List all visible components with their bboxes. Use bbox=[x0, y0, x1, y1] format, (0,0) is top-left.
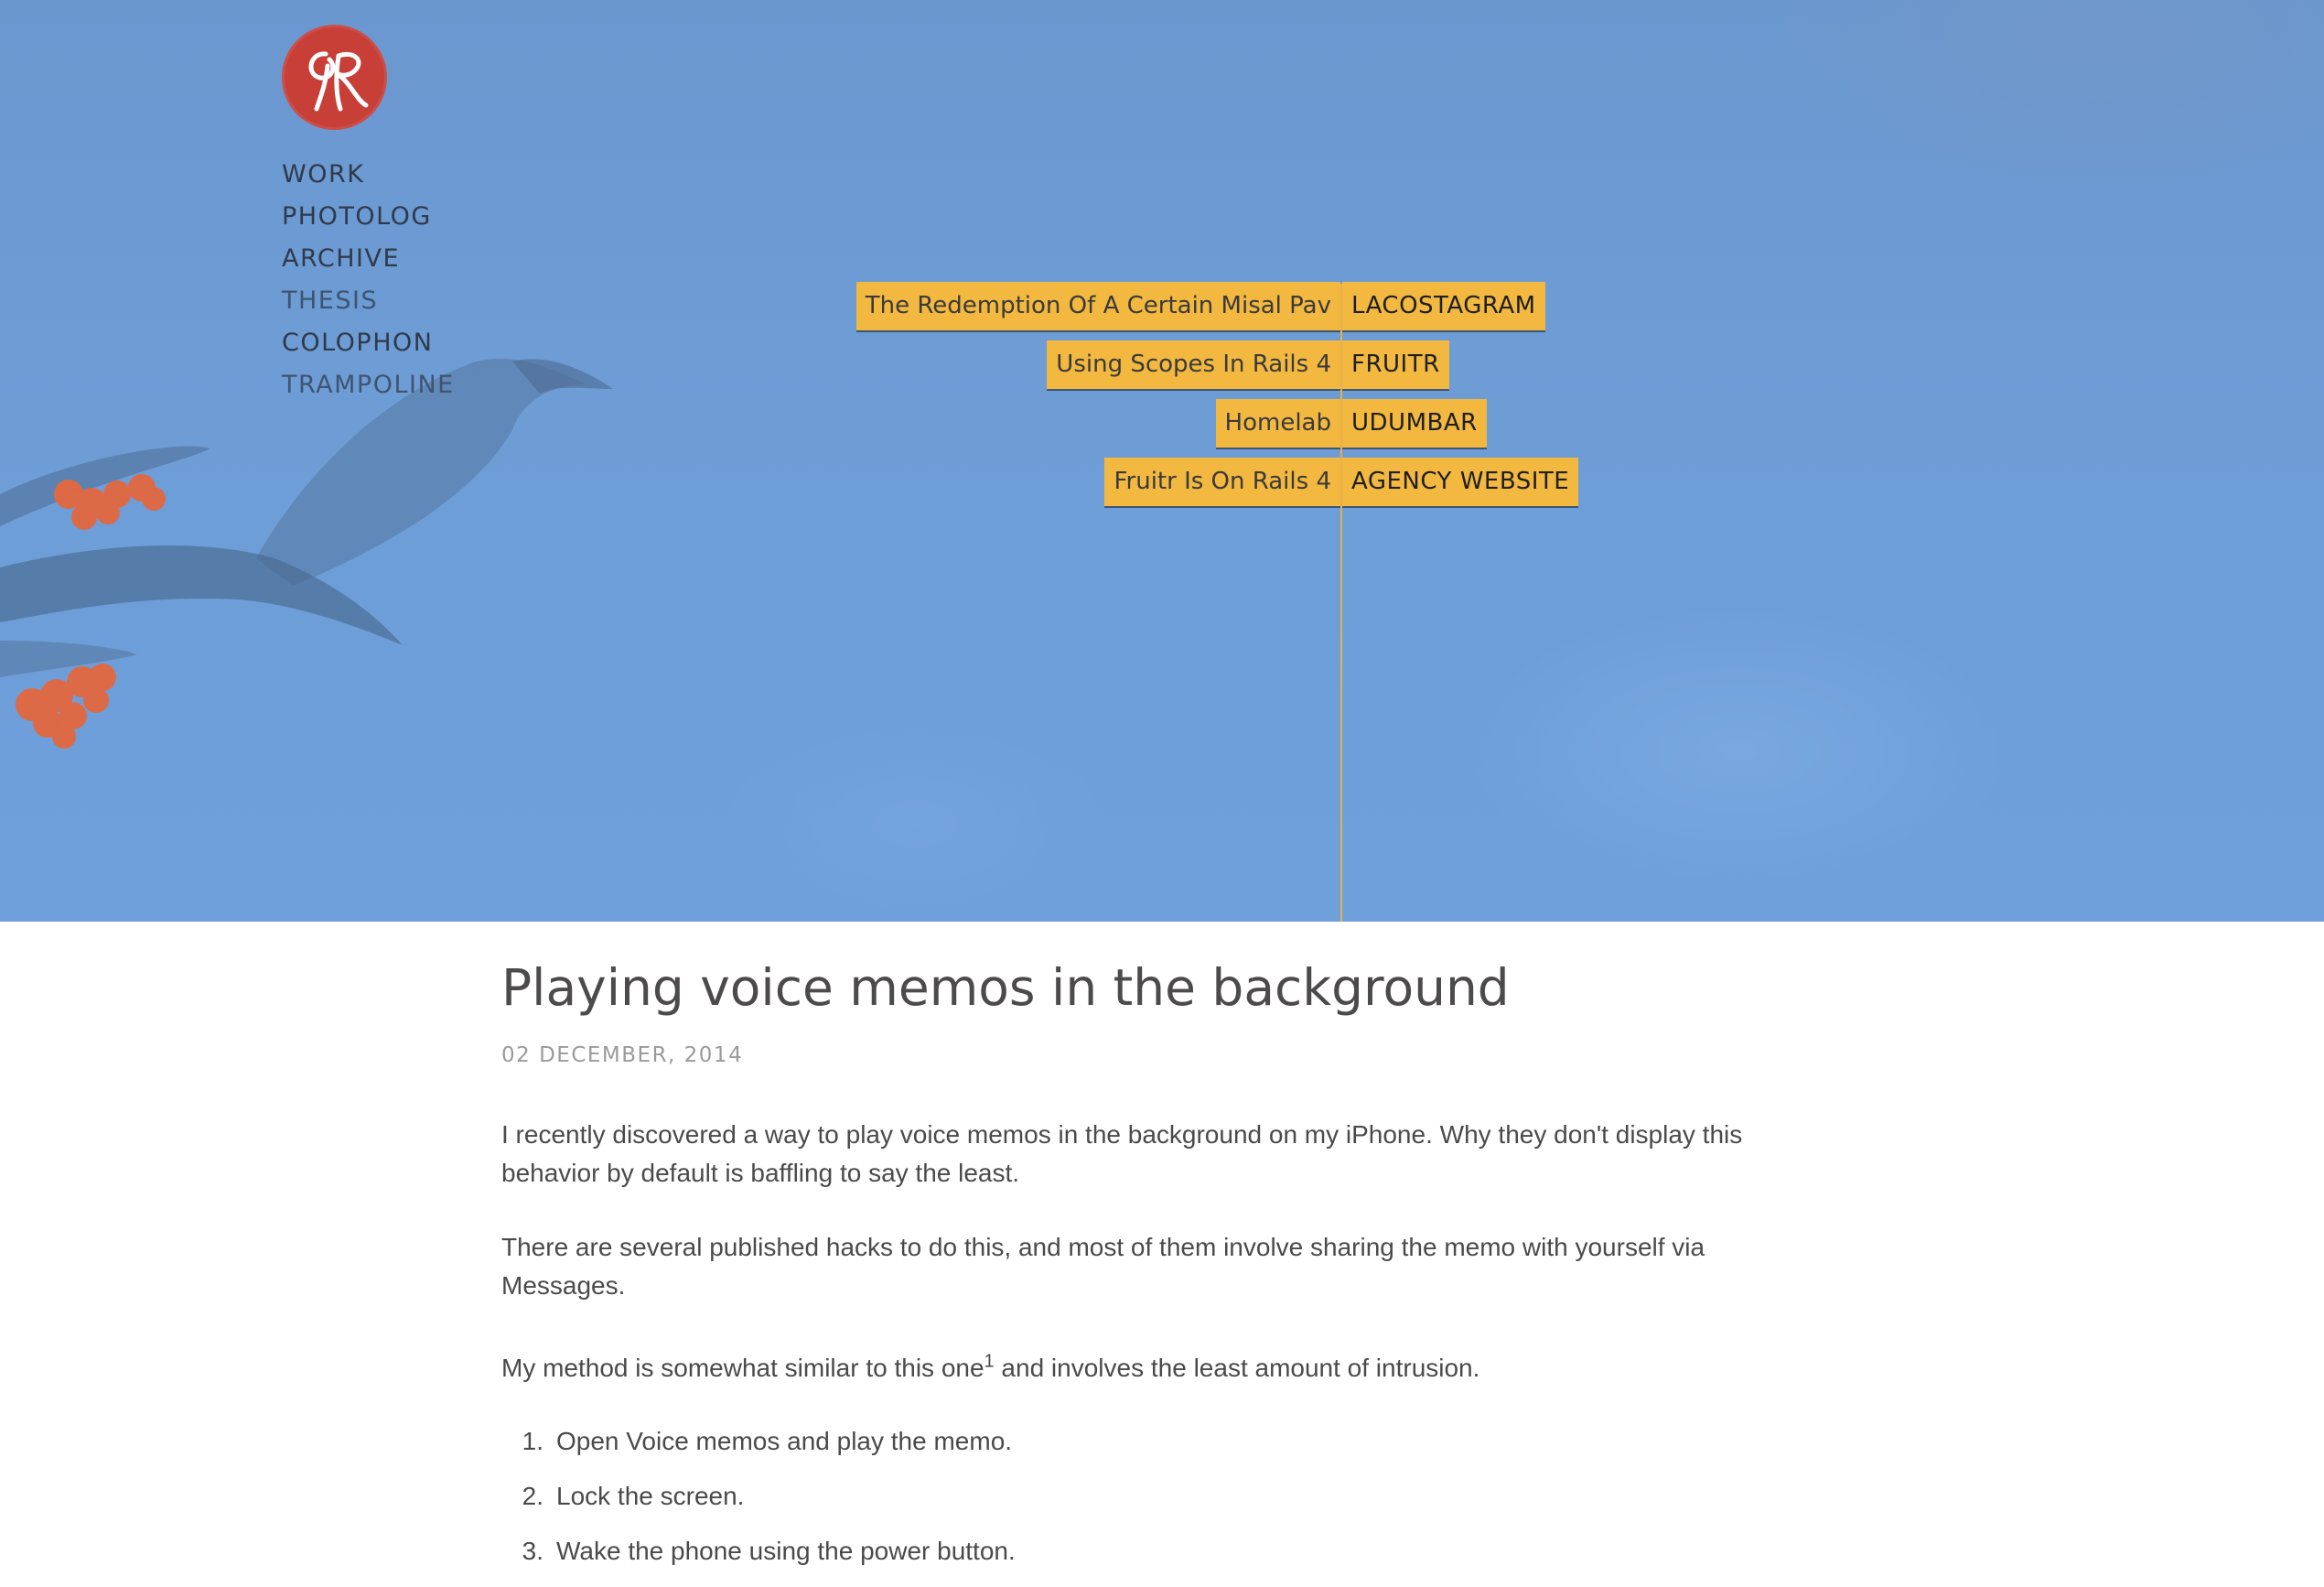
nav-item-photolog[interactable]: PHOTOLOG bbox=[282, 196, 455, 238]
list-item: 3. Wake the phone using the power button. bbox=[501, 1524, 1016, 1579]
timeline-project-link[interactable]: UDUMBAR bbox=[1342, 399, 1487, 448]
paragraph: I recently discovered a way to play voic… bbox=[501, 1120, 1743, 1187]
nav-item-colophon[interactable]: COLOPHON bbox=[282, 322, 455, 364]
timeline-post-link[interactable]: The Redemption Of A Certain Misal Pav bbox=[855, 282, 1340, 330]
main-nav: WORK PHOTOLOG ARCHIVE THESIS COLOPHON TR… bbox=[282, 154, 455, 406]
paragraph: My method is somewhat similar to this on… bbox=[501, 1349, 1782, 1387]
footnote-link[interactable]: 1 bbox=[984, 1352, 995, 1372]
list-number: 2. bbox=[522, 1482, 543, 1510]
steps-list: 1. Open Voice memos and play the memo. 2.… bbox=[501, 1414, 1016, 1579]
nav-item-archive[interactable]: ARCHIVE bbox=[282, 238, 455, 280]
list-item: 2. Lock the screen. bbox=[501, 1469, 1016, 1524]
paragraph: There are several published hacks to do … bbox=[501, 1233, 1705, 1300]
nav-item-trampoline[interactable]: TRAMPOLINE bbox=[282, 364, 455, 406]
list-number: 3. bbox=[522, 1537, 543, 1565]
post-title: Playing voice memos in the background bbox=[501, 958, 1510, 1017]
logo-icon[interactable] bbox=[282, 25, 387, 130]
post-date: 02 DECEMBER, 2014 bbox=[501, 1043, 744, 1067]
list-text: Lock the screen. bbox=[556, 1482, 745, 1510]
list-number: 1. bbox=[522, 1427, 543, 1455]
timeline-post-link[interactable]: Homelab bbox=[1215, 399, 1340, 448]
list-text: Open Voice memos and play the memo. bbox=[556, 1427, 1013, 1455]
hero-banner: WORK PHOTOLOG ARCHIVE THESIS COLOPHON TR… bbox=[0, 0, 2324, 922]
paragraph-text: and involves the least amount of intrusi… bbox=[994, 1354, 1480, 1382]
timeline-project-link[interactable]: LACOSTAGRAM bbox=[1342, 282, 1545, 330]
timeline-post-link[interactable]: Fruitr Is On Rails 4 bbox=[1104, 458, 1340, 506]
timeline-project-link[interactable]: FRUITR bbox=[1342, 340, 1449, 389]
timeline-post-link[interactable]: Using Scopes In Rails 4 bbox=[1047, 340, 1340, 389]
paragraph-text: My method is somewhat similar to this on… bbox=[501, 1354, 984, 1382]
nav-item-thesis[interactable]: THESIS bbox=[282, 280, 455, 322]
timeline-project-link[interactable]: AGENCY WEBSITE bbox=[1342, 458, 1579, 506]
list-item: 1. Open Voice memos and play the memo. bbox=[501, 1414, 1016, 1469]
nav-item-work[interactable]: WORK bbox=[282, 154, 455, 196]
list-text: Wake the phone using the power button. bbox=[556, 1537, 1016, 1565]
